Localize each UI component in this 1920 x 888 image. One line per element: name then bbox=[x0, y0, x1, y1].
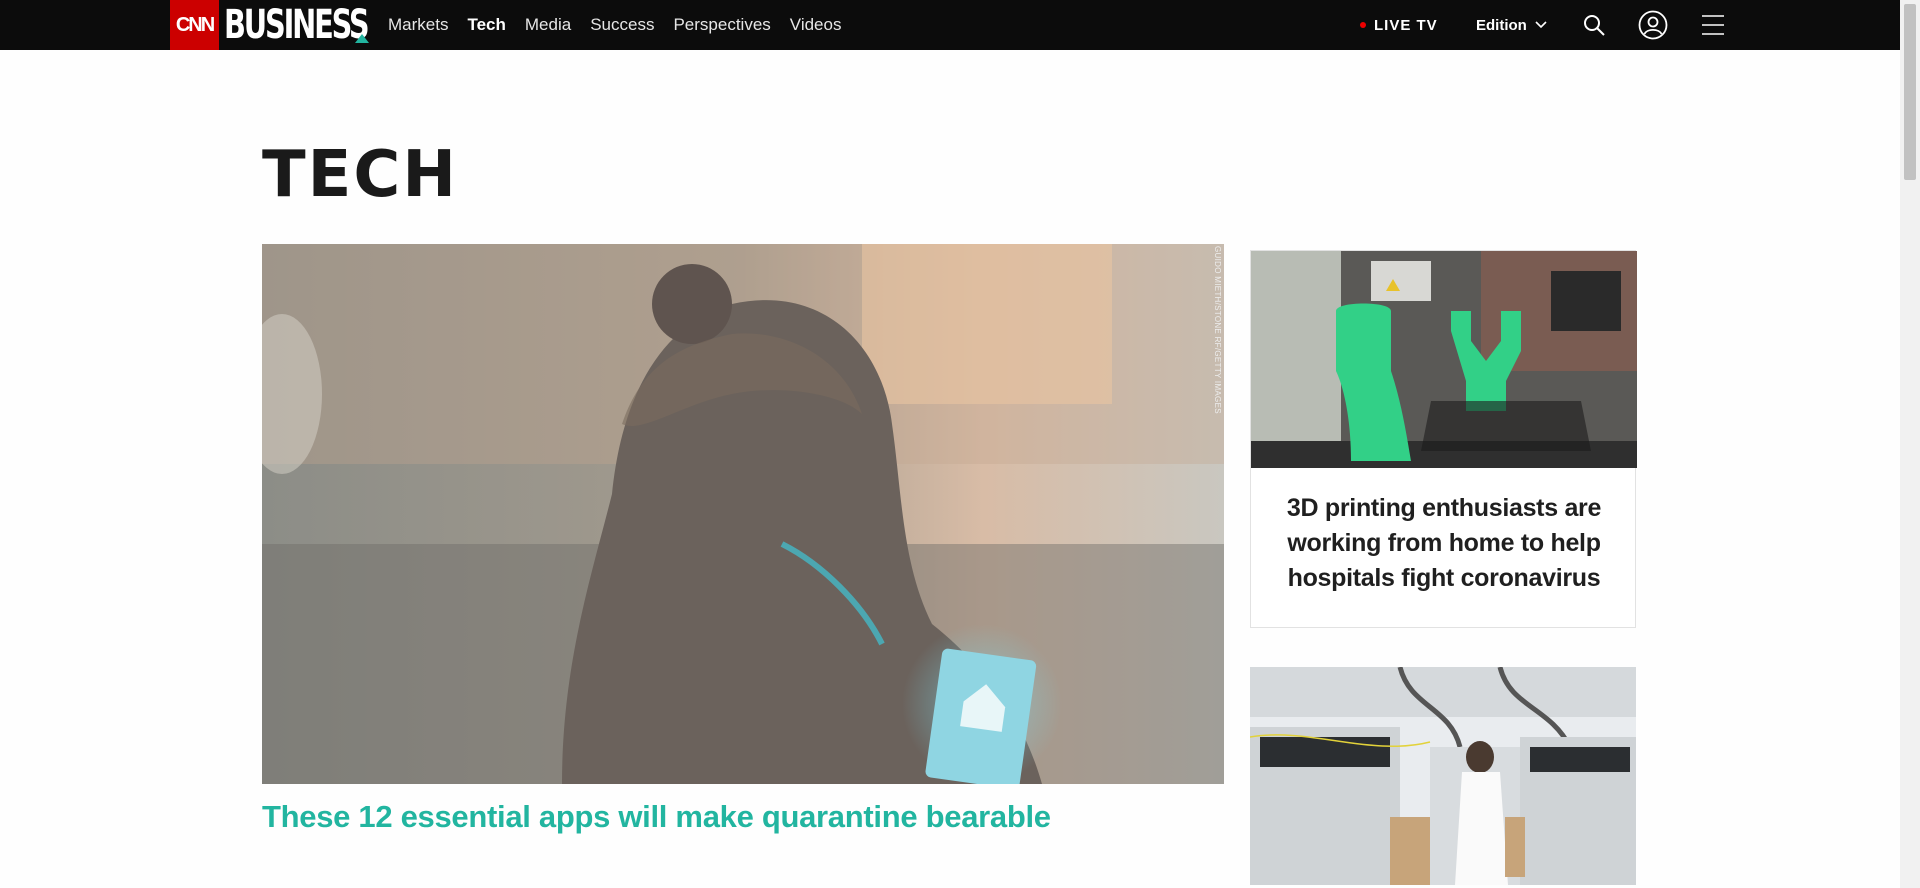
logo-triangle-icon bbox=[355, 34, 369, 43]
scrollbar-thumb[interactable] bbox=[1904, 4, 1916, 180]
chevron-down-icon bbox=[1535, 21, 1547, 29]
story-headline[interactable]: 3D printing enthusiasts are working from… bbox=[1271, 491, 1617, 596]
story-card[interactable]: 3D printing enthusiasts are working from… bbox=[1250, 250, 1637, 628]
story-photo-lab bbox=[1250, 667, 1636, 885]
search-button[interactable] bbox=[1578, 9, 1610, 41]
nav-item-videos[interactable]: Videos bbox=[790, 15, 842, 35]
nav-item-success[interactable]: Success bbox=[590, 15, 654, 35]
live-tv-link[interactable]: LIVE TV bbox=[1360, 0, 1438, 50]
photo-credit: GUIDO MIETH/STONE RF/GETTY IMAGES bbox=[1213, 246, 1222, 414]
page-title: TECH bbox=[262, 138, 458, 212]
business-logo[interactable]: BUSINESS bbox=[224, 0, 370, 50]
nav-item-media[interactable]: Media bbox=[525, 15, 571, 35]
nav-item-perspectives[interactable]: Perspectives bbox=[673, 15, 770, 35]
user-icon bbox=[1638, 10, 1668, 40]
nav-item-markets[interactable]: Markets bbox=[388, 15, 448, 35]
edition-label: Edition bbox=[1476, 16, 1527, 34]
cnn-logo[interactable]: CNN bbox=[170, 0, 219, 50]
edition-dropdown[interactable]: Edition bbox=[1476, 0, 1547, 50]
page-scrollbar[interactable] bbox=[1900, 0, 1920, 888]
hamburger-menu-icon bbox=[1702, 15, 1724, 35]
hero-photo bbox=[262, 244, 1224, 784]
story-photo bbox=[1251, 251, 1637, 468]
hero-image[interactable]: GUIDO MIETH/STONE RF/GETTY IMAGES bbox=[262, 244, 1224, 784]
live-tv-label: LIVE TV bbox=[1374, 16, 1438, 34]
account-button[interactable] bbox=[1637, 9, 1669, 41]
story-image[interactable] bbox=[1251, 251, 1637, 468]
search-icon bbox=[1584, 15, 1605, 36]
top-nav-bar: CNN BUSINESS Markets Tech Media Success … bbox=[0, 0, 1900, 50]
nav-item-tech[interactable]: Tech bbox=[467, 15, 505, 35]
section-nav: Markets Tech Media Success Perspectives … bbox=[388, 0, 841, 50]
hero-headline[interactable]: These 12 essential apps will make quaran… bbox=[262, 799, 1051, 835]
story-card-image[interactable] bbox=[1250, 667, 1636, 885]
live-dot-icon bbox=[1360, 22, 1366, 28]
menu-button[interactable] bbox=[1697, 9, 1729, 41]
